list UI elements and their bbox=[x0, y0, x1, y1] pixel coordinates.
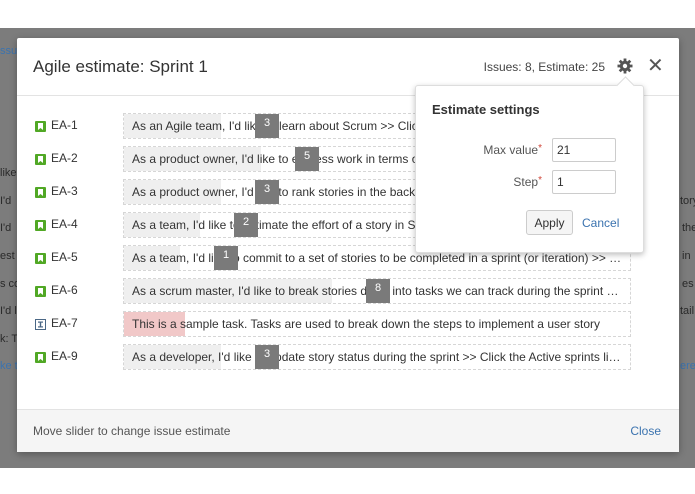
cancel-link[interactable]: Cancel bbox=[582, 216, 619, 230]
issue-row: EA-9 As a developer, I'd like to update s… bbox=[17, 344, 679, 370]
background-text: ke t bbox=[0, 360, 18, 372]
slider-hint: Move slider to change issue estimate bbox=[33, 424, 231, 438]
required-marker: * bbox=[538, 143, 542, 154]
issue-summary: As a team, I'd like to commit to a set o… bbox=[132, 251, 622, 265]
estimate-slider-handle[interactable]: 1 bbox=[214, 246, 238, 270]
gear-icon[interactable] bbox=[615, 56, 635, 76]
popover-title: Estimate settings bbox=[432, 102, 540, 117]
background-text: ere bbox=[680, 360, 695, 372]
background-text: tail bbox=[680, 305, 695, 317]
background-text: I'd bbox=[0, 195, 12, 207]
max-value-label-text: Max value bbox=[483, 143, 539, 157]
background-text: the bbox=[682, 222, 695, 234]
dialog-title: Agile estimate: Sprint 1 bbox=[33, 57, 208, 76]
background-text: tory bbox=[680, 195, 695, 207]
estimate-slider-handle[interactable]: 3 bbox=[255, 114, 279, 138]
task-type-icon bbox=[35, 317, 46, 330]
estimate-slider-handle[interactable]: 2 bbox=[234, 213, 258, 237]
estimate-slider-handle[interactable]: 8 bbox=[366, 279, 390, 303]
issue-key[interactable]: EA-4 bbox=[51, 217, 78, 231]
step-label: Step* bbox=[462, 175, 542, 189]
estimate-slider-handle[interactable]: 3 bbox=[255, 180, 279, 204]
max-value-label: Max value* bbox=[462, 143, 542, 157]
story-type-icon bbox=[35, 185, 46, 198]
issue-key[interactable]: EA-2 bbox=[51, 151, 78, 165]
apply-button[interactable]: Apply bbox=[526, 210, 573, 235]
story-type-icon bbox=[35, 152, 46, 165]
step-label-text: Step bbox=[513, 175, 539, 189]
estimate-slider-handle[interactable]: 5 bbox=[295, 147, 319, 171]
story-type-icon bbox=[35, 284, 46, 297]
background-text: in bbox=[682, 250, 691, 262]
max-value-input[interactable] bbox=[552, 138, 616, 162]
issue-summary: As a developer, I'd like to update story… bbox=[132, 350, 622, 364]
estimate-slider-track[interactable]: As a developer, I'd like to update story… bbox=[123, 344, 631, 370]
step-input[interactable] bbox=[552, 170, 616, 194]
story-type-icon bbox=[35, 350, 46, 363]
close-button[interactable]: Close bbox=[630, 424, 661, 438]
background-text: est bbox=[0, 250, 15, 262]
story-type-icon bbox=[35, 119, 46, 132]
story-type-icon bbox=[35, 218, 46, 231]
required-marker: * bbox=[538, 175, 542, 186]
background-text: like bbox=[0, 167, 17, 179]
estimate-settings-popover: Estimate settings Max value* Step* Apply… bbox=[415, 76, 644, 253]
estimate-slider-track[interactable]: As a scrum master, I'd like to break sto… bbox=[123, 278, 631, 304]
story-type-icon bbox=[35, 251, 46, 264]
dialog-footer: Move slider to change issue estimate Clo… bbox=[17, 409, 679, 452]
issue-row: EA-7 This is a sample task. Tasks are use… bbox=[17, 311, 679, 337]
issue-row: EA-6 As a scrum master, I'd like to break… bbox=[17, 278, 679, 304]
issues-estimate-summary: Issues: 8, Estimate: 25 bbox=[483, 60, 605, 74]
issue-key[interactable]: EA-6 bbox=[51, 283, 78, 297]
estimate-slider-track[interactable]: This is a sample task. Tasks are used to… bbox=[123, 311, 631, 337]
background-text: I'd bbox=[0, 222, 12, 234]
estimate-slider-handle[interactable]: 3 bbox=[255, 345, 279, 369]
issue-key[interactable]: EA-5 bbox=[51, 250, 78, 264]
issue-key[interactable]: EA-3 bbox=[51, 184, 78, 198]
close-icon[interactable]: ✕ bbox=[647, 56, 664, 76]
issue-summary: This is a sample task. Tasks are used to… bbox=[132, 317, 600, 331]
background-text: k: T bbox=[0, 333, 19, 345]
issue-key[interactable]: EA-9 bbox=[51, 349, 78, 363]
issue-key[interactable]: EA-1 bbox=[51, 118, 78, 132]
issue-key[interactable]: EA-7 bbox=[51, 316, 78, 330]
background-text: es bbox=[682, 278, 694, 290]
